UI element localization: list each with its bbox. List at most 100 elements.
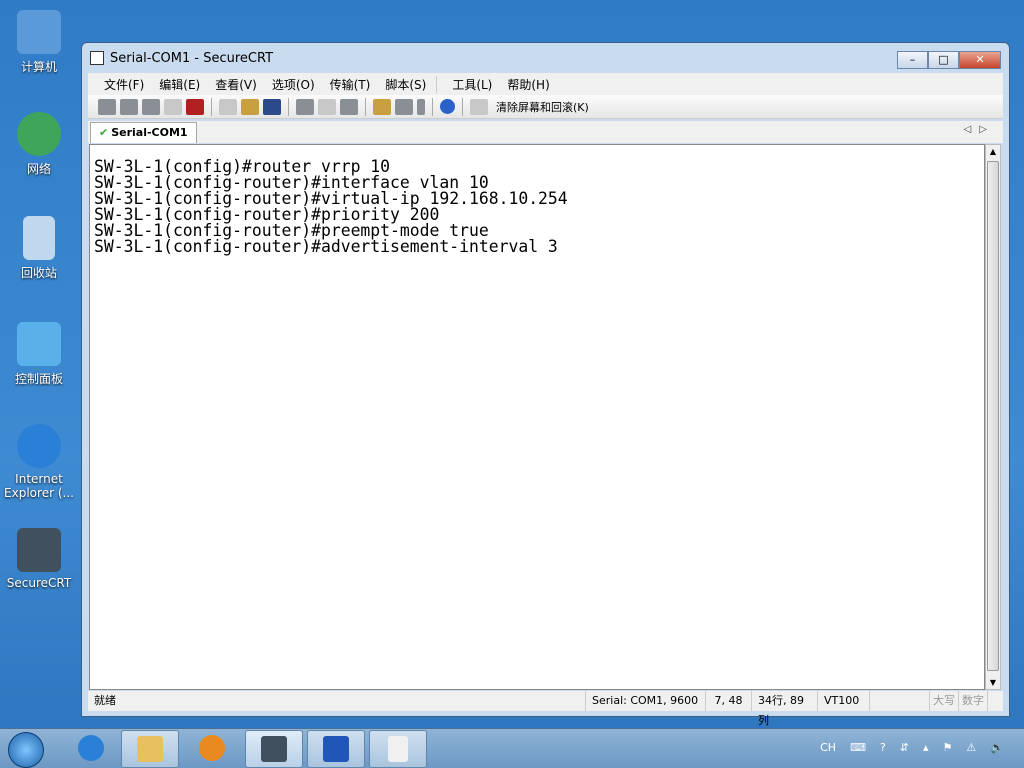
menu-transfer[interactable]: 传输(T) [330, 76, 371, 93]
status-num: 数字 [958, 691, 987, 711]
icon-label: 计算机 [20, 60, 57, 74]
menu-view[interactable]: 查看(V) [215, 76, 257, 93]
window-title: Serial-COM1 - SecureCRT [110, 50, 274, 66]
session-options-icon[interactable] [373, 98, 391, 115]
menu-options[interactable]: 选项(O) [272, 76, 315, 93]
securecrt-icon [261, 736, 287, 762]
divider [288, 97, 289, 116]
desktop-icon-securecrt[interactable]: SecureCRT [2, 528, 76, 590]
disconnect-icon[interactable] [186, 98, 204, 115]
key-icon[interactable] [417, 98, 425, 115]
global-options-icon[interactable] [395, 98, 413, 115]
control-panel-icon [17, 322, 61, 366]
vertical-scrollbar[interactable]: ▲ ▼ [985, 144, 1001, 690]
recycle-bin-icon [23, 216, 55, 260]
desktop-icon-ie[interactable]: Internet Explorer (... [2, 424, 76, 500]
tab-serial-com1[interactable]: ✔ Serial-COM1 [90, 122, 197, 143]
quick-connect-icon[interactable] [120, 98, 138, 115]
keyboard-icon[interactable]: ⌨ [850, 741, 866, 754]
minimize-button[interactable]: – [897, 51, 928, 69]
icon-label: Internet Explorer (... [4, 472, 74, 500]
network-warning-icon[interactable]: ⚠ [966, 741, 976, 754]
wps-writer-icon [323, 736, 349, 762]
language-indicator[interactable]: CH [820, 741, 836, 754]
maximize-button[interactable]: □ [928, 51, 959, 69]
media-player-icon [199, 735, 225, 761]
title-bar[interactable]: Serial-COM1 - SecureCRT [82, 43, 1009, 73]
menu-help[interactable]: 帮助(H) [507, 76, 549, 93]
tab-scroll-arrows[interactable]: ◁▷ [964, 124, 995, 135]
connect-icon[interactable] [98, 98, 116, 115]
computer-icon [17, 10, 61, 54]
menu-tools[interactable]: 工具(L) [452, 76, 492, 93]
desktop-icon-computer[interactable]: 计算机 [2, 10, 76, 75]
divider [365, 97, 366, 116]
restore-icon[interactable]: ⇵ [900, 741, 909, 754]
status-connection: Serial: COM1, 9600 [585, 691, 705, 711]
terminal-output[interactable]: SW-3L-1(config)#router vrrp 10 SW-3L-1(co… [89, 144, 985, 690]
document-icon [388, 736, 408, 762]
show-hidden-icons-icon[interactable]: ▴ [923, 741, 929, 754]
volume-icon[interactable]: 🔈 [990, 741, 1004, 754]
status-size: 34行, 89列 [751, 691, 817, 727]
menu-edit[interactable]: 编辑(E) [159, 76, 200, 93]
app-icon [90, 51, 104, 65]
print-selection-icon[interactable] [318, 98, 336, 115]
status-blank [869, 691, 929, 711]
folder-icon [137, 736, 163, 762]
clear-screen-icon[interactable] [470, 98, 488, 115]
desktop-icon-control-panel[interactable]: 控制面板 [2, 322, 76, 387]
help-icon[interactable] [440, 99, 455, 114]
status-bar: 就绪 Serial: COM1, 9600 7, 48 34行, 89列 VT1… [88, 691, 1003, 727]
securecrt-icon [17, 528, 61, 572]
taskbar-explorer[interactable] [121, 730, 179, 768]
icon-label: 控制面板 [14, 372, 63, 386]
taskbar-document[interactable] [369, 730, 427, 768]
securecrt-window: Serial-COM1 - SecureCRT – □ ✕ 文件(F) 编辑(E… [81, 42, 1010, 727]
status-emulation: VT100 [817, 691, 869, 711]
taskbar: CH ⌨ ? ⇵ ▴ ⚑ ⚠ 🔈 [0, 728, 1024, 768]
divider [211, 97, 212, 116]
reconnect-icon[interactable] [164, 98, 182, 115]
find-icon[interactable] [263, 98, 281, 115]
desktop-icon-network[interactable]: 网络 [2, 112, 76, 177]
icon-label: SecureCRT [6, 576, 72, 590]
toolbar: 清除屏幕和回滚(K) [88, 95, 1003, 119]
tab-label: Serial-COM1 [111, 126, 188, 139]
print-screen-icon[interactable] [296, 98, 314, 115]
divider [432, 97, 433, 116]
help-icon[interactable]: ? [880, 741, 886, 754]
close-button[interactable]: ✕ [959, 51, 1001, 69]
scroll-up-arrow-icon[interactable]: ▲ [986, 147, 1000, 156]
connected-check-icon: ✔ [99, 126, 109, 139]
connect-in-tab-icon[interactable] [142, 98, 160, 115]
taskbar-wps[interactable] [307, 730, 365, 768]
scrollbar-thumb[interactable] [987, 161, 999, 671]
menu-script[interactable]: 脚本(S) [385, 75, 438, 93]
copy-icon[interactable] [219, 98, 237, 115]
menu-bar: 文件(F) 编辑(E) 查看(V) 选项(O) 传输(T) 脚本(S) 工具(L… [88, 73, 1003, 95]
divider [462, 97, 463, 116]
clear-screen-button[interactable]: 清除屏幕和回滚(K) [496, 99, 589, 115]
status-caps: 大写 [929, 691, 958, 711]
start-button[interactable] [8, 732, 44, 768]
menu-file[interactable]: 文件(F) [104, 76, 144, 93]
internet-explorer-icon [17, 424, 61, 468]
icon-label: 回收站 [20, 266, 57, 280]
status-cursor: 7, 48 [705, 691, 751, 711]
status-ready: 就绪 [94, 694, 116, 707]
taskbar-media-player[interactable] [183, 730, 241, 768]
network-icon [17, 112, 61, 156]
action-center-flag-icon[interactable]: ⚑ [943, 741, 953, 754]
icon-label: 网络 [26, 162, 51, 176]
scroll-down-arrow-icon[interactable]: ▼ [986, 678, 1000, 687]
resize-grip[interactable] [987, 691, 1003, 711]
tab-bar: ✔ Serial-COM1 ◁▷ [88, 121, 1003, 143]
print-icon[interactable] [340, 98, 358, 115]
paste-icon[interactable] [241, 98, 259, 115]
taskbar-securecrt[interactable] [245, 730, 303, 768]
system-tray: CH ⌨ ? ⇵ ▴ ⚑ ⚠ 🔈 [820, 741, 1004, 754]
internet-explorer-icon [78, 735, 104, 761]
taskbar-ie[interactable] [62, 730, 120, 768]
desktop-icon-recycle-bin[interactable]: 回收站 [2, 216, 76, 281]
